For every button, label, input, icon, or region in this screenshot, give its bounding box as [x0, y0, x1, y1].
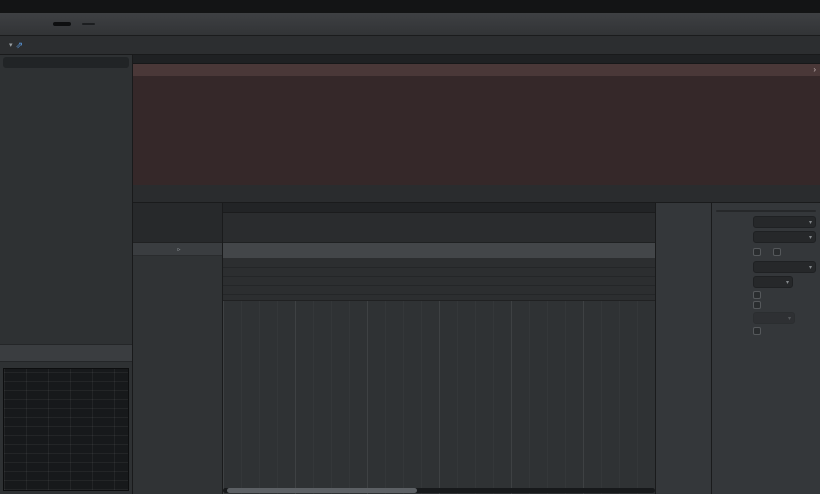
phrase-preview	[3, 368, 129, 491]
tempo-display[interactable]	[82, 23, 95, 25]
sidebar-footer-toolbar	[0, 344, 132, 362]
collapsed-global-lanes	[223, 259, 655, 301]
chords-group-label	[716, 339, 750, 340]
main-toolbar	[0, 13, 820, 36]
strings-select[interactable]: ▾	[753, 261, 816, 273]
scrollbar-thumb[interactable]	[227, 488, 417, 493]
section-header[interactable]	[223, 243, 655, 259]
track-list-header	[133, 203, 222, 243]
document-selector[interactable]: ▾ ⇗	[6, 40, 23, 51]
library-sidebar	[0, 55, 133, 494]
legato-checkbox[interactable]	[753, 301, 761, 309]
global-parameters-header[interactable]: ▹	[133, 243, 222, 256]
anchors-select[interactable]: ▾	[753, 216, 816, 228]
parameter-categories	[656, 203, 712, 494]
track-list: ▹	[133, 203, 223, 494]
phrase-editor: ▹	[133, 203, 820, 494]
strict-checkbox[interactable]	[773, 248, 781, 256]
container-title[interactable]: ›	[133, 64, 820, 76]
autosplit-select[interactable]: ▾	[753, 276, 793, 288]
structure-ruler[interactable]	[133, 55, 820, 64]
parameter-inspector: ▾ ▾ ▾ ▾	[712, 203, 820, 494]
chord-track[interactable]	[223, 213, 655, 243]
horizontal-scrollbar[interactable]	[223, 488, 655, 493]
structure-arrangement: ›	[133, 55, 820, 185]
chevron-right-icon: ▹	[177, 246, 180, 253]
expand-right-icon[interactable]: ›	[813, 64, 816, 76]
monophonic-checkbox[interactable]	[753, 291, 761, 299]
library-tree	[0, 70, 132, 344]
document-tab-row: ▾ ⇗	[0, 36, 820, 55]
piano-roll-ruler[interactable]	[223, 203, 655, 213]
loop-label	[0, 362, 132, 365]
piano-roll[interactable]	[223, 203, 656, 494]
search-input[interactable]	[3, 57, 129, 68]
range-select[interactable]: ▾	[753, 231, 816, 243]
open-external-icon[interactable]: ⇗	[16, 40, 24, 51]
menu-bar	[0, 0, 820, 13]
octaves-checkbox[interactable]	[753, 248, 761, 256]
legato-interval-select: ▾	[753, 312, 795, 324]
edit-toolbar	[133, 185, 820, 203]
tie-notes-checkbox[interactable]	[753, 327, 761, 335]
chevron-down-icon: ▾	[9, 41, 13, 49]
time-display	[53, 22, 71, 26]
synthesis-group-label	[716, 344, 750, 345]
